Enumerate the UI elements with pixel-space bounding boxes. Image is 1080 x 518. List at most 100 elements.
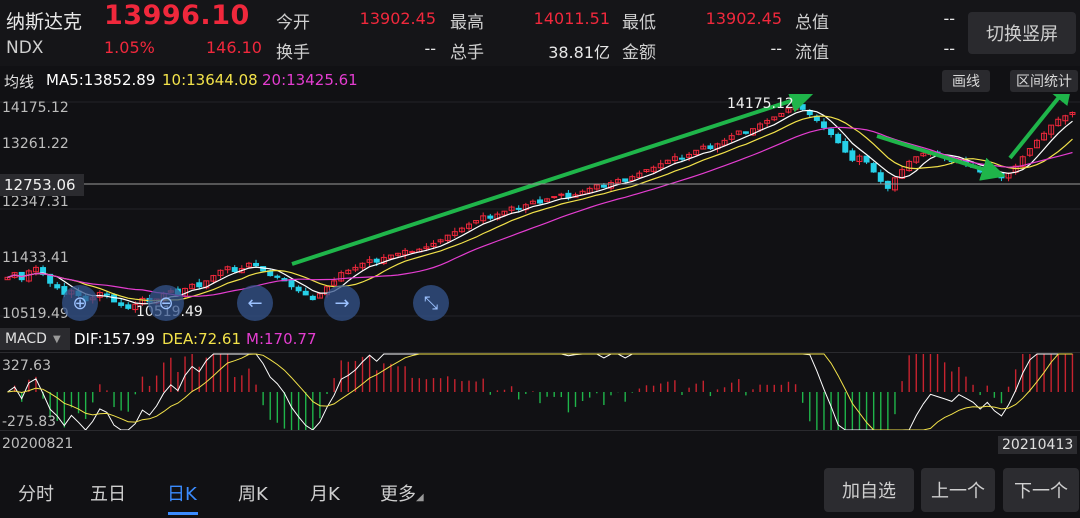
stat-value-float-value: -- [943,39,955,58]
index-price: 13996.10 [104,0,250,31]
add-watchlist-button[interactable]: 加自选 [824,468,914,512]
collapse-icon[interactable]: ⤡ [413,285,449,321]
candle-body [835,133,842,144]
candle-body [515,207,522,210]
ma5-value: MA5:13852.89 [46,71,156,89]
candle-body [863,155,870,163]
tab-monthly-k[interactable]: 月K [310,480,340,506]
candle-body [877,172,884,182]
period-tabs: 分时 五日 日K 周K 月K 更多◢ [0,462,1080,518]
candle-body [118,302,125,306]
y-label-1: 14175.12 [2,100,69,116]
kline-grid [0,101,1080,317]
tab-daily-k[interactable]: 日K [167,480,197,506]
date-end: 20210413 [998,436,1078,454]
candle-body [998,172,1005,179]
candle-body [842,141,849,153]
index-name: 纳斯达克 [6,11,83,33]
candle-body [537,199,543,204]
y-label-5: 10519.49 [2,306,69,322]
trend-arrows [291,94,1074,266]
range-stats-button[interactable]: 区间统计 [1010,70,1078,92]
candle-body [302,290,309,296]
high-annotation: 14175.12 [727,96,794,112]
draw-line-button[interactable]: 画线 [942,70,990,92]
stat-value-open: 13902.45 [359,9,436,28]
candle-body [707,145,714,150]
candle-body [103,293,110,296]
candle-body [54,284,61,289]
macd-chart[interactable] [0,352,1080,432]
ma-indicator-bar: 均线 MA5:13852.89 10:13644.08 20:13425.61 [0,66,1080,94]
kline-ma-lines [7,109,1073,305]
candle-body [551,196,558,199]
macd-histogram [13,354,1074,430]
candle-body [799,104,806,110]
stat-value-volume: 38.81亿 [548,43,610,62]
y-label-3: 12347.31 [2,194,69,210]
candle-body [125,304,132,309]
y-label-2: 13261.22 [2,136,69,152]
ma20-line [7,126,1073,297]
quote-header: 纳斯达克 13996.10 NDX 1.05% 146.10 今开 13902.… [0,0,1080,66]
active-tab-indicator [168,512,198,515]
candle-body [288,279,295,288]
stat-label-open: 今开 [276,13,310,33]
crosshair-value-label: 12753.06 [0,174,84,196]
candle-body [820,121,827,128]
macd-y-bottom: -275.83 [2,414,57,430]
stat-value-turnover: -- [424,39,436,58]
candle-body [849,150,856,161]
candle-body [295,286,302,292]
macd-y-top: 327.63 [2,358,51,374]
tab-more[interactable]: 更多◢ [380,480,424,506]
stat-value-amount: -- [770,39,782,58]
candle-body [622,178,629,182]
zoom-out-icon[interactable]: ⊖ [148,285,184,321]
candle-body [742,131,749,134]
candle-body [309,295,316,301]
trend-arrow [291,94,814,266]
macd-indicator-bar: MACD ▼ DIF:157.99 DEA:72.61 M:170.77 [0,328,1080,350]
macd-selector[interactable]: MACD ▼ [0,328,70,350]
tab-intraday[interactable]: 分时 [18,480,54,506]
zoom-in-icon[interactable]: ⊕ [62,285,98,321]
y-label-4: 11433.41 [2,250,69,266]
candle-body [196,282,203,288]
tab-five-day[interactable]: 五日 [90,480,126,506]
candle-body [253,262,260,267]
date-start: 20200821 [2,436,74,452]
macd-m-value: M:170.77 [246,330,317,348]
scroll-right-icon[interactable]: → [324,285,360,321]
stat-label-volume: 总手 [450,43,484,63]
ma20-value: 20:13425.61 [262,71,358,89]
stat-value-high: 14011.51 [533,9,610,28]
index-code: NDX [6,38,44,58]
candle-body [231,267,238,272]
next-button[interactable]: 下一个 [1003,468,1079,512]
stat-label-high: 最高 [450,13,484,33]
change-value: 146.10 [206,38,262,57]
macd-dif-value: DIF:157.99 [74,330,155,348]
candle-body [409,251,416,254]
change-percent: 1.05% [104,38,155,57]
ma-label: 均线 [4,73,35,91]
previous-button[interactable]: 上一个 [921,468,995,512]
stat-label-float-value: 流值 [795,43,829,63]
switch-portrait-button[interactable]: 切换竖屏 [968,12,1076,54]
stat-value-total-value: -- [943,9,955,28]
dropdown-triangle-icon: ▼ [52,333,61,345]
macd-dea-value: DEA:72.61 [162,330,242,348]
trend-arrow [876,134,1006,181]
tab-more-label: 更多 [380,484,416,505]
more-triangle-icon: ◢ [416,492,424,503]
scroll-left-icon[interactable]: ← [237,285,273,321]
tab-weekly-k[interactable]: 周K [238,480,268,506]
candle-body [373,258,380,263]
stat-value-low: 13902.45 [705,9,782,28]
candle-body [884,180,891,189]
ma10-value: 10:13644.08 [162,71,258,89]
candle-body [487,215,494,219]
macd-tag-label: MACD [5,331,47,347]
ma5-line [7,109,1073,305]
